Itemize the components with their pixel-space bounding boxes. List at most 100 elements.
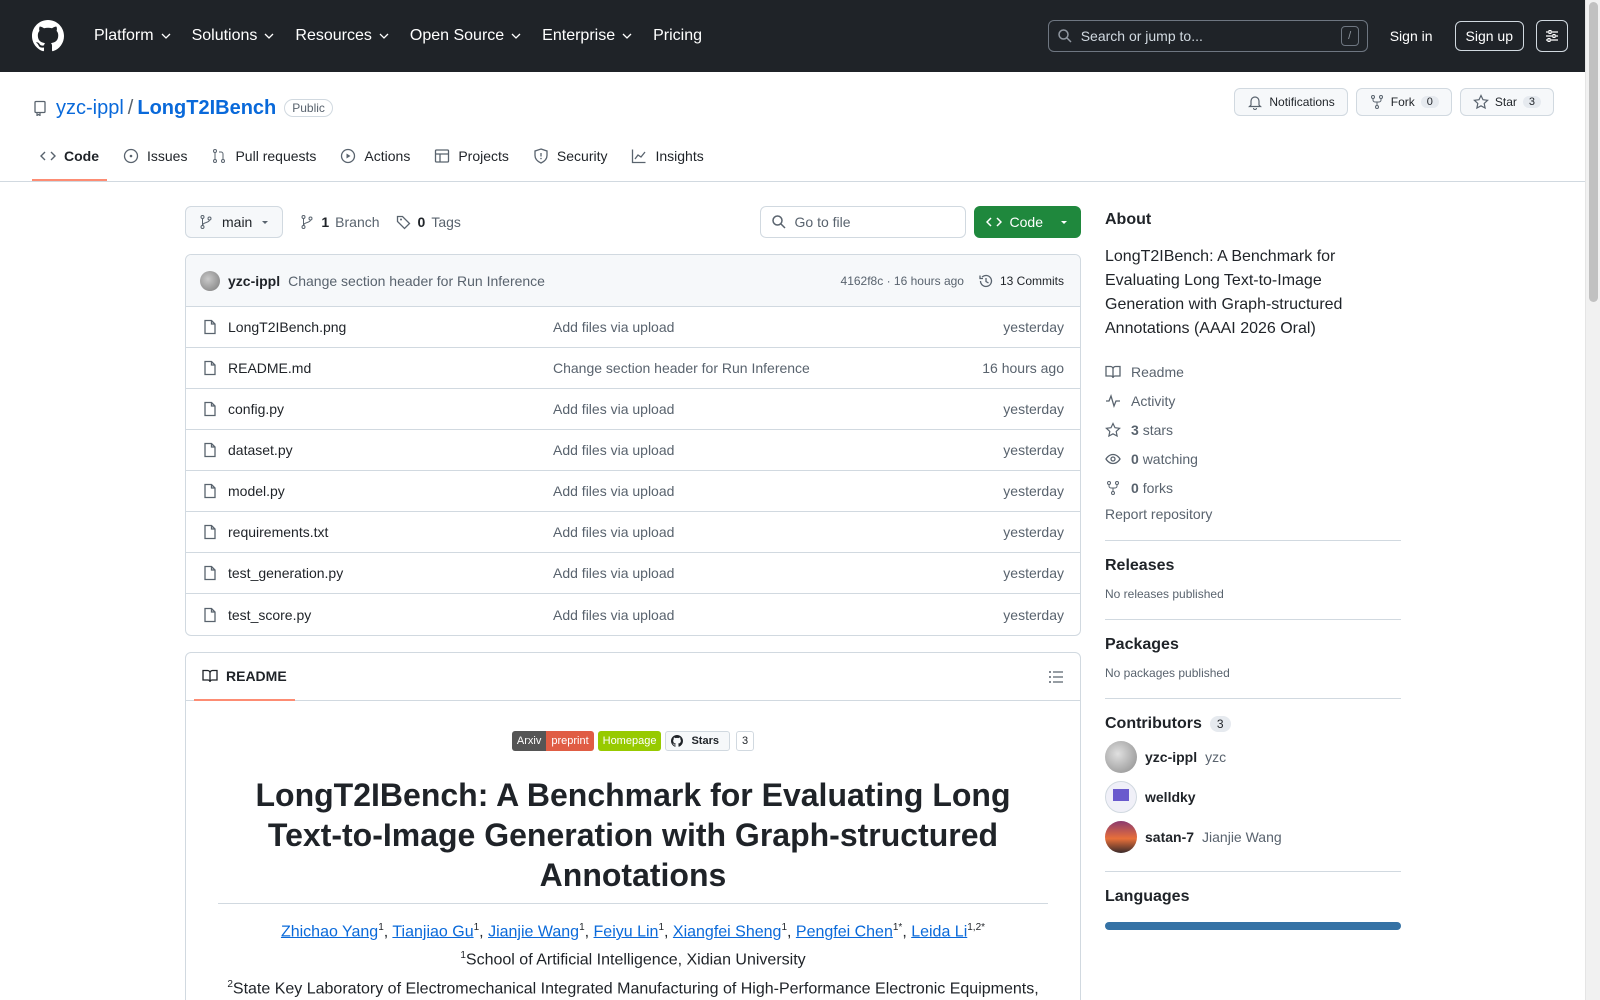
commit-time: 16 hours ago: [893, 273, 964, 288]
file-browser: yzc-ippl Change section header for Run I…: [185, 254, 1081, 636]
nav-platform[interactable]: Platform: [86, 21, 180, 51]
graph-icon: [632, 149, 646, 164]
activity-link[interactable]: Activity: [1105, 386, 1401, 415]
nav-solutions[interactable]: Solutions: [184, 21, 284, 51]
contributor-item[interactable]: yzc-ippl yzc: [1105, 741, 1401, 773]
packages-heading[interactable]: Packages: [1105, 636, 1401, 654]
file-time: yesterday: [1003, 606, 1064, 623]
releases-heading[interactable]: Releases: [1105, 557, 1401, 575]
tab-projects[interactable]: Projects: [426, 133, 517, 181]
tags-link[interactable]: 0 Tags: [396, 214, 461, 230]
releases-section: Releases No releases published: [1105, 540, 1401, 601]
arxiv-badge[interactable]: Arxiv preprint: [511, 731, 594, 751]
contributors-count: 3: [1209, 716, 1231, 732]
notifications-button[interactable]: Notifications: [1234, 88, 1348, 116]
code-dropdown-button[interactable]: Code: [973, 206, 1081, 238]
play-icon: [341, 148, 356, 164]
branches-link[interactable]: 1 Branch: [299, 214, 380, 230]
report-repository-link[interactable]: Report repository: [1105, 506, 1401, 522]
author-link[interactable]: Xiangfei Sheng: [673, 923, 782, 940]
shield-icon: [534, 148, 548, 164]
repo-name-link[interactable]: LongT2IBench: [137, 97, 276, 120]
readme-tab[interactable]: README: [194, 653, 295, 701]
global-nav: Platform Solutions Resources Open Source…: [86, 21, 710, 51]
file-time: yesterday: [1003, 483, 1064, 499]
sign-up-button[interactable]: Sign up: [1454, 21, 1524, 51]
nav-open-source[interactable]: Open Source: [402, 21, 530, 51]
file-commit-message[interactable]: Add files via upload: [553, 442, 1003, 458]
avatar: [1105, 781, 1137, 813]
stars-badge[interactable]: Stars: [665, 731, 730, 751]
file-time: yesterday: [1003, 524, 1064, 540]
page-scrollbar[interactable]: [1585, 0, 1600, 1000]
repo-owner-link[interactable]: yzc-ippl: [56, 97, 124, 120]
tab-insights[interactable]: Insights: [623, 133, 711, 181]
file-name-link[interactable]: model.py: [228, 483, 553, 499]
author-link[interactable]: Pengfei Chen: [796, 923, 893, 940]
file-name-link[interactable]: requirements.txt: [228, 524, 553, 540]
main-content: main 1 Branch 0 Tags Go to file Code yzc…: [185, 183, 1081, 1000]
commits-history-link[interactable]: 13 Commits: [978, 273, 1064, 289]
about-heading: About: [1105, 211, 1152, 228]
nav-pricing[interactable]: Pricing: [645, 21, 710, 51]
table-icon: [435, 149, 450, 163]
file-commit-message[interactable]: Add files via upload: [553, 401, 1003, 417]
commit-hash-link[interactable]: 4162f8c: [841, 274, 884, 288]
search-icon: [1057, 29, 1072, 43]
readme-link[interactable]: Readme: [1105, 357, 1401, 386]
file-commit-message[interactable]: Add files via upload: [553, 319, 1003, 335]
file-name-link[interactable]: LongT2IBench.png: [228, 319, 553, 335]
star-button[interactable]: Star 3: [1459, 88, 1554, 116]
sign-in-link[interactable]: Sign in: [1380, 22, 1443, 50]
author-link[interactable]: Feiyu Lin: [594, 923, 659, 940]
fork-button[interactable]: Fork 0: [1355, 88, 1452, 116]
contributor-item[interactable]: welldky: [1105, 781, 1401, 813]
file-commit-message[interactable]: Add files via upload: [553, 524, 1003, 540]
file-commit-message[interactable]: Add files via upload: [553, 607, 1003, 623]
tab-security[interactable]: Security: [525, 133, 616, 181]
watchers-link[interactable]: 0 watching: [1105, 444, 1401, 473]
go-to-file-input[interactable]: Go to file: [759, 206, 966, 238]
file-name-link[interactable]: test_score.py: [228, 607, 553, 623]
global-search-input[interactable]: Search or jump to... /: [1047, 20, 1368, 52]
author-link[interactable]: Zhichao Yang: [281, 923, 378, 940]
author-list: Zhichao Yang1, Tianjiao Gu1, Jianjie Wan…: [218, 916, 1048, 1000]
avatar: [1105, 741, 1137, 773]
github-logo-icon[interactable]: [32, 20, 64, 52]
nav-enterprise[interactable]: Enterprise: [534, 21, 641, 51]
contributors-heading[interactable]: Contributors 3: [1105, 715, 1401, 733]
tab-code[interactable]: Code: [32, 133, 107, 181]
table-row: test_generation.py Add files via upload …: [186, 553, 1080, 594]
commit-message-link[interactable]: Change section header for Run Inference: [288, 273, 545, 289]
branch-selector-button[interactable]: main: [185, 206, 284, 238]
file-commit-message[interactable]: Add files via upload: [553, 565, 1003, 581]
file-name-link[interactable]: test_generation.py: [228, 565, 553, 581]
sliders-icon: [1546, 30, 1558, 42]
tab-pull-requests[interactable]: Pull requests: [203, 133, 324, 181]
contributor-item[interactable]: satan-7 Jianjie Wang: [1105, 821, 1401, 853]
chevron-down-icon: [264, 33, 274, 39]
commit-author-link[interactable]: yzc-ippl: [228, 273, 280, 289]
stars-link[interactable]: 3 stars: [1105, 415, 1401, 444]
command-palette-button[interactable]: [1536, 20, 1568, 52]
file-commit-message[interactable]: Add files via upload: [553, 483, 1003, 499]
nav-resources[interactable]: Resources: [287, 21, 397, 51]
file-name-link[interactable]: README.md: [228, 360, 553, 376]
file-name-link[interactable]: config.py: [228, 401, 553, 417]
tab-issues[interactable]: Issues: [115, 133, 195, 181]
author-link[interactable]: Jianjie Wang: [488, 923, 579, 940]
homepage-badge[interactable]: Homepage: [597, 731, 662, 751]
avatar[interactable]: [200, 270, 220, 291]
scrollbar-thumb[interactable]: [1589, 2, 1598, 302]
forks-link[interactable]: 0 forks: [1105, 473, 1401, 502]
file-name-link[interactable]: dataset.py: [228, 442, 553, 458]
author-link[interactable]: Leida Li: [911, 923, 967, 940]
file-commit-message[interactable]: Change section header for Run Inference: [553, 360, 982, 376]
avatar: [1105, 821, 1137, 853]
file-icon: [204, 319, 216, 335]
bell-icon: [1248, 96, 1263, 110]
star-icon: [1472, 94, 1489, 110]
tab-actions[interactable]: Actions: [332, 133, 418, 181]
author-link[interactable]: Tianjiao Gu: [392, 923, 473, 940]
list-outline-icon[interactable]: [1048, 669, 1064, 685]
